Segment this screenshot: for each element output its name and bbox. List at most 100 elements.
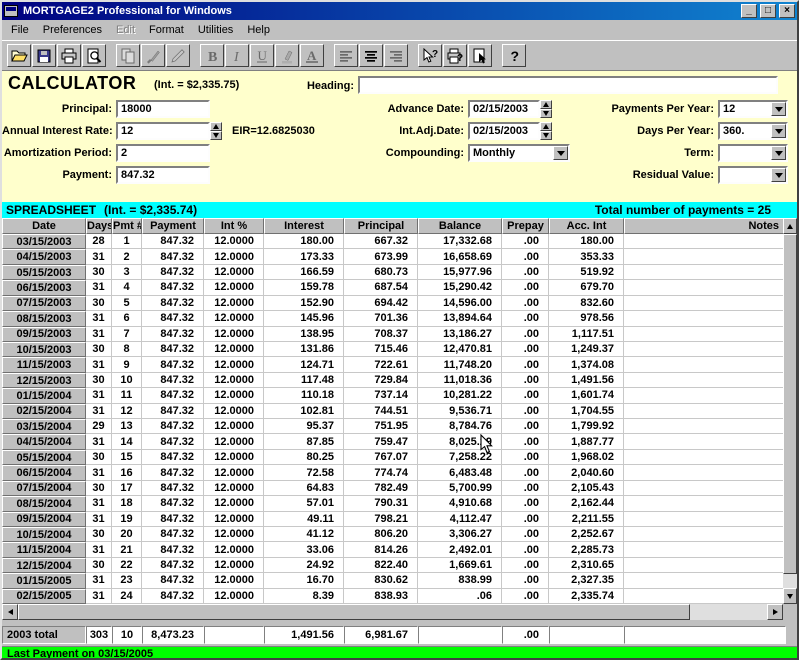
cell[interactable]: 7: [112, 327, 142, 342]
dropdown-arrow-icon[interactable]: [771, 168, 786, 182]
cell[interactable]: .00: [502, 465, 549, 480]
cell[interactable]: 2,310.65: [549, 558, 624, 573]
cell[interactable]: [624, 249, 786, 264]
cell[interactable]: 166.59: [264, 265, 344, 280]
cell[interactable]: 847.32: [142, 357, 204, 372]
cell[interactable]: 4: [112, 280, 142, 295]
cell[interactable]: 1,601.74: [549, 388, 624, 403]
cell[interactable]: [624, 373, 786, 388]
cell[interactable]: 31: [86, 434, 112, 449]
cell[interactable]: 12,470.81: [418, 342, 502, 357]
cell[interactable]: 847.32: [142, 589, 204, 604]
spin-up-icon[interactable]: [210, 122, 222, 131]
cell[interactable]: 832.60: [549, 296, 624, 311]
scroll-right-button[interactable]: [767, 604, 783, 620]
cell[interactable]: 12.0000: [204, 573, 264, 588]
term-select[interactable]: [718, 144, 788, 162]
cell[interactable]: 2,040.60: [549, 465, 624, 480]
cell[interactable]: 16.70: [264, 573, 344, 588]
cell[interactable]: 847.32: [142, 404, 204, 419]
cell[interactable]: .00: [502, 234, 549, 249]
cell[interactable]: [624, 419, 786, 434]
cell[interactable]: .00: [502, 589, 549, 604]
cell[interactable]: .00: [502, 527, 549, 542]
maximize-button[interactable]: □: [760, 4, 776, 18]
row-date-cell[interactable]: 03/15/2004: [2, 419, 86, 434]
cell[interactable]: 1,374.08: [549, 357, 624, 372]
cell[interactable]: 31: [86, 311, 112, 326]
cell[interactable]: 2,335.74: [549, 589, 624, 604]
cell[interactable]: .00: [502, 573, 549, 588]
cell[interactable]: 729.84: [344, 373, 418, 388]
cell[interactable]: 30: [86, 558, 112, 573]
cell[interactable]: 838.99: [418, 573, 502, 588]
help-button[interactable]: ?: [502, 44, 526, 67]
menu-format[interactable]: Format: [142, 21, 191, 39]
int-adj-date-input[interactable]: [468, 122, 540, 140]
cell[interactable]: 715.46: [344, 342, 418, 357]
column-header-date[interactable]: Date: [2, 218, 86, 234]
cell[interactable]: [624, 558, 786, 573]
cell[interactable]: 838.93: [344, 589, 418, 604]
minimize-button[interactable]: _: [741, 4, 757, 18]
cell[interactable]: 12.0000: [204, 589, 264, 604]
cell[interactable]: 31: [86, 512, 112, 527]
cell[interactable]: 10: [112, 373, 142, 388]
row-date-cell[interactable]: 02/15/2004: [2, 404, 86, 419]
dropdown-arrow-icon[interactable]: [771, 102, 786, 116]
cell[interactable]: 11,748.20: [418, 357, 502, 372]
cell[interactable]: .00: [502, 357, 549, 372]
cell[interactable]: 722.61: [344, 357, 418, 372]
cell[interactable]: .00: [502, 481, 549, 496]
horizontal-scroll-track[interactable]: [18, 604, 767, 620]
cell[interactable]: .00: [502, 373, 549, 388]
cell[interactable]: [624, 296, 786, 311]
menu-utilities[interactable]: Utilities: [191, 21, 240, 39]
cell[interactable]: 31: [86, 496, 112, 511]
cell[interactable]: [624, 434, 786, 449]
cell[interactable]: 12.0000: [204, 357, 264, 372]
row-date-cell[interactable]: 11/15/2004: [2, 542, 86, 557]
cell[interactable]: [624, 589, 786, 604]
cell[interactable]: 15: [112, 450, 142, 465]
cell[interactable]: 12.0000: [204, 404, 264, 419]
cell[interactable]: 12.0000: [204, 373, 264, 388]
cell[interactable]: 31: [86, 249, 112, 264]
cell[interactable]: 15,977.96: [418, 265, 502, 280]
cell[interactable]: 30: [86, 296, 112, 311]
cell[interactable]: 23: [112, 573, 142, 588]
cell[interactable]: 8: [112, 342, 142, 357]
cell[interactable]: 13,894.64: [418, 311, 502, 326]
cell[interactable]: 173.33: [264, 249, 344, 264]
column-header-acc-int[interactable]: Acc. Int: [549, 218, 624, 234]
cell[interactable]: 12.0000: [204, 280, 264, 295]
cell[interactable]: 847.32: [142, 342, 204, 357]
cell[interactable]: 159.78: [264, 280, 344, 295]
cell[interactable]: 4,910.68: [418, 496, 502, 511]
spin-up-icon[interactable]: [540, 100, 552, 109]
cell[interactable]: 138.95: [264, 327, 344, 342]
days-per-year-select[interactable]: 360.: [718, 122, 788, 140]
cell[interactable]: .06: [418, 589, 502, 604]
cell[interactable]: 80.25: [264, 450, 344, 465]
cell[interactable]: 12.0000: [204, 296, 264, 311]
cell[interactable]: 9: [112, 357, 142, 372]
cell[interactable]: .00: [502, 296, 549, 311]
cell[interactable]: 1,249.37: [549, 342, 624, 357]
cell[interactable]: 673.99: [344, 249, 418, 264]
open-button[interactable]: [7, 44, 31, 67]
cell[interactable]: 49.11: [264, 512, 344, 527]
cell[interactable]: 2,252.67: [549, 527, 624, 542]
cell[interactable]: 847.32: [142, 265, 204, 280]
cell[interactable]: 12.0000: [204, 558, 264, 573]
cell[interactable]: 798.21: [344, 512, 418, 527]
cell[interactable]: 12.0000: [204, 234, 264, 249]
menu-file[interactable]: File: [4, 21, 36, 39]
cell[interactable]: 124.71: [264, 357, 344, 372]
cell[interactable]: 1,968.02: [549, 450, 624, 465]
cell[interactable]: 30: [86, 450, 112, 465]
cell[interactable]: .00: [502, 434, 549, 449]
cell[interactable]: [624, 327, 786, 342]
column-header-pmt[interactable]: Pmt #: [112, 218, 142, 234]
row-date-cell[interactable]: 08/15/2004: [2, 496, 86, 511]
